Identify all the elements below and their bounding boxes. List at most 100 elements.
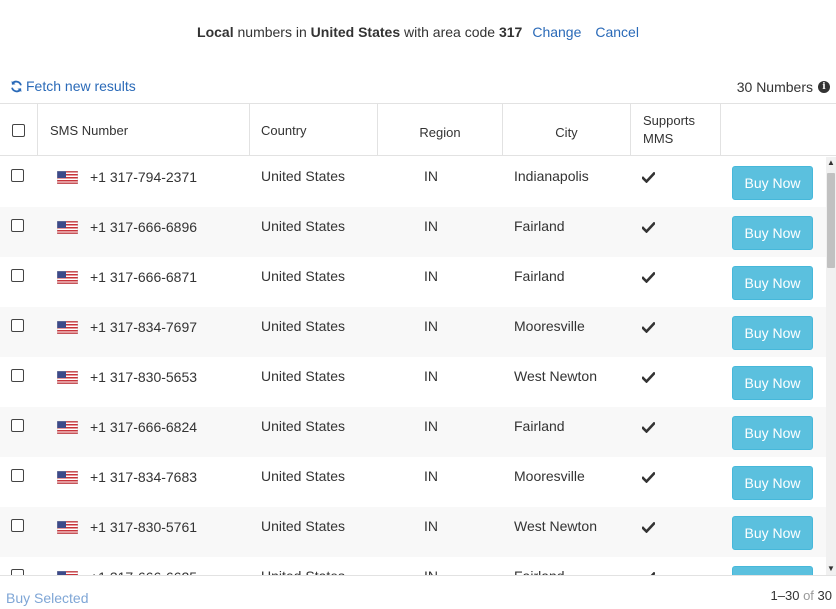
country-cell: United States [261, 568, 345, 575]
pagination-total: 30 [817, 588, 832, 603]
city-cell: Indianapolis [514, 168, 589, 184]
row-select-checkbox[interactable] [11, 219, 24, 232]
table-row: +1 317-666-6896 United States IN Fairlan… [0, 207, 826, 257]
country-cell: United States [261, 168, 346, 184]
country-name: United States [310, 24, 401, 40]
checkmark-icon [641, 520, 656, 536]
column-region-label: Region [419, 124, 461, 140]
buy-selected-button[interactable]: Buy Selected [6, 590, 89, 606]
table-row: +1 317-834-7697 United States IN Mooresv… [0, 307, 826, 357]
summary-text: numbers in [233, 24, 311, 40]
sms-number-cell: +1 317-834-7697 [90, 319, 198, 335]
table-scrollbar[interactable]: ▲ ▼ [826, 157, 836, 575]
buy-now-button[interactable]: Buy Now [732, 266, 813, 300]
table-header: SMS Number Country Region City Supports … [0, 103, 836, 156]
column-region[interactable]: Region [378, 104, 503, 156]
row-select-checkbox[interactable] [11, 269, 24, 282]
region-cell: IN [424, 218, 438, 234]
buy-now-button[interactable]: Buy Now [732, 166, 813, 200]
fetch-label: Fetch new results [26, 78, 136, 94]
country-cell: United States [261, 268, 346, 284]
us-flag-icon [56, 270, 79, 285]
buy-now-button[interactable]: Buy Now [732, 416, 813, 450]
country-cell: United States [261, 218, 346, 234]
checkmark-icon [641, 470, 656, 486]
checkmark-icon [641, 370, 656, 386]
country-cell: United States [261, 418, 346, 434]
row-select-checkbox[interactable] [11, 319, 24, 332]
us-flag-icon [56, 170, 79, 185]
city-cell: Mooresville [514, 468, 585, 484]
column-actions [721, 104, 836, 156]
table-row: +1 317-834-7683 United States IN Mooresv… [0, 457, 826, 507]
fetch-new-results-link[interactable]: Fetch new results [10, 78, 136, 94]
table-row: +1 317-666-6625 United States IN Fairlan… [0, 557, 826, 575]
checkmark-icon [641, 320, 656, 336]
select-all-cell [0, 104, 38, 156]
numbers-count: 30 Numbers i [737, 79, 830, 95]
table-row: +1 317-830-5653 United States IN West Ne… [0, 357, 826, 407]
number-type: Local [197, 24, 234, 40]
buy-now-button[interactable]: Buy Now [732, 466, 813, 500]
refresh-icon [11, 80, 22, 92]
sms-number-cell: +1 317-666-6871 [90, 269, 198, 285]
change-link[interactable]: Change [532, 24, 581, 40]
sms-number-cell: +1 317-830-5653 [90, 369, 198, 385]
checkmark-icon [641, 220, 656, 236]
scroll-up-arrow-icon[interactable]: ▲ [826, 157, 836, 169]
pagination-info: 1–30 of 30 [771, 588, 832, 603]
city-cell: Fairland [514, 218, 565, 234]
scroll-down-arrow-icon[interactable]: ▼ [826, 563, 836, 575]
row-select-checkbox[interactable] [11, 169, 24, 182]
city-cell: Fairland [514, 268, 565, 284]
checkmark-icon [641, 170, 656, 186]
column-supports-mms[interactable]: Supports MMS [631, 104, 721, 156]
info-icon[interactable]: i [818, 81, 830, 93]
area-code: 317 [498, 24, 523, 40]
city-cell: West Newton [514, 368, 597, 384]
us-flag-icon [56, 370, 79, 385]
column-mms-label-1: Supports [643, 113, 696, 128]
column-mms-label-2: MMS [643, 131, 674, 146]
checkmark-icon [641, 270, 656, 286]
city-cell: Mooresville [514, 318, 585, 334]
region-cell: IN [424, 368, 438, 384]
country-cell: United States [261, 368, 346, 384]
column-country[interactable]: Country [250, 104, 378, 156]
scroll-thumb[interactable] [827, 173, 835, 268]
sms-number-cell: +1 317-830-5761 [90, 519, 198, 535]
country-cell: United States [261, 318, 346, 334]
row-select-checkbox[interactable] [11, 519, 24, 532]
search-summary: Local numbers in United States with area… [0, 24, 836, 40]
table-row: +1 317-830-5761 United States IN West Ne… [0, 507, 826, 557]
cancel-link[interactable]: Cancel [595, 24, 639, 40]
us-flag-icon [56, 320, 79, 335]
select-all-checkbox[interactable] [12, 123, 25, 137]
us-flag-icon [56, 470, 79, 485]
column-sms-number[interactable]: SMS Number [38, 104, 250, 156]
city-cell: Fairland [514, 418, 565, 434]
city-cell: West Newton [514, 518, 597, 534]
us-flag-icon [56, 520, 79, 535]
column-city-label: City [555, 124, 578, 140]
buy-now-button[interactable]: Buy Now [732, 216, 813, 250]
count-label: 30 Numbers [736, 79, 813, 95]
buy-now-button[interactable]: Buy Now [732, 516, 813, 550]
row-select-checkbox[interactable] [11, 419, 24, 432]
row-select-checkbox[interactable] [11, 469, 24, 482]
buy-now-button[interactable]: Buy Now [732, 566, 813, 575]
sms-number-cell: +1 317-794-2371 [90, 169, 198, 185]
region-cell: IN [424, 418, 438, 434]
buy-now-button[interactable]: Buy Now [732, 366, 813, 400]
column-sms-number-label: SMS Number [50, 122, 129, 138]
buy-now-button[interactable]: Buy Now [732, 316, 813, 350]
sms-number-cell: +1 317-666-6824 [90, 419, 198, 435]
numbers-table-body: +1 317-794-2371 United States IN Indiana… [0, 157, 826, 575]
region-cell: IN [424, 568, 438, 575]
region-cell: IN [424, 518, 438, 534]
column-city[interactable]: City [503, 104, 631, 156]
row-select-checkbox[interactable] [11, 369, 24, 382]
sms-number-cell: +1 317-666-6896 [90, 219, 198, 235]
region-cell: IN [424, 268, 438, 284]
column-country-label: Country [261, 122, 307, 138]
